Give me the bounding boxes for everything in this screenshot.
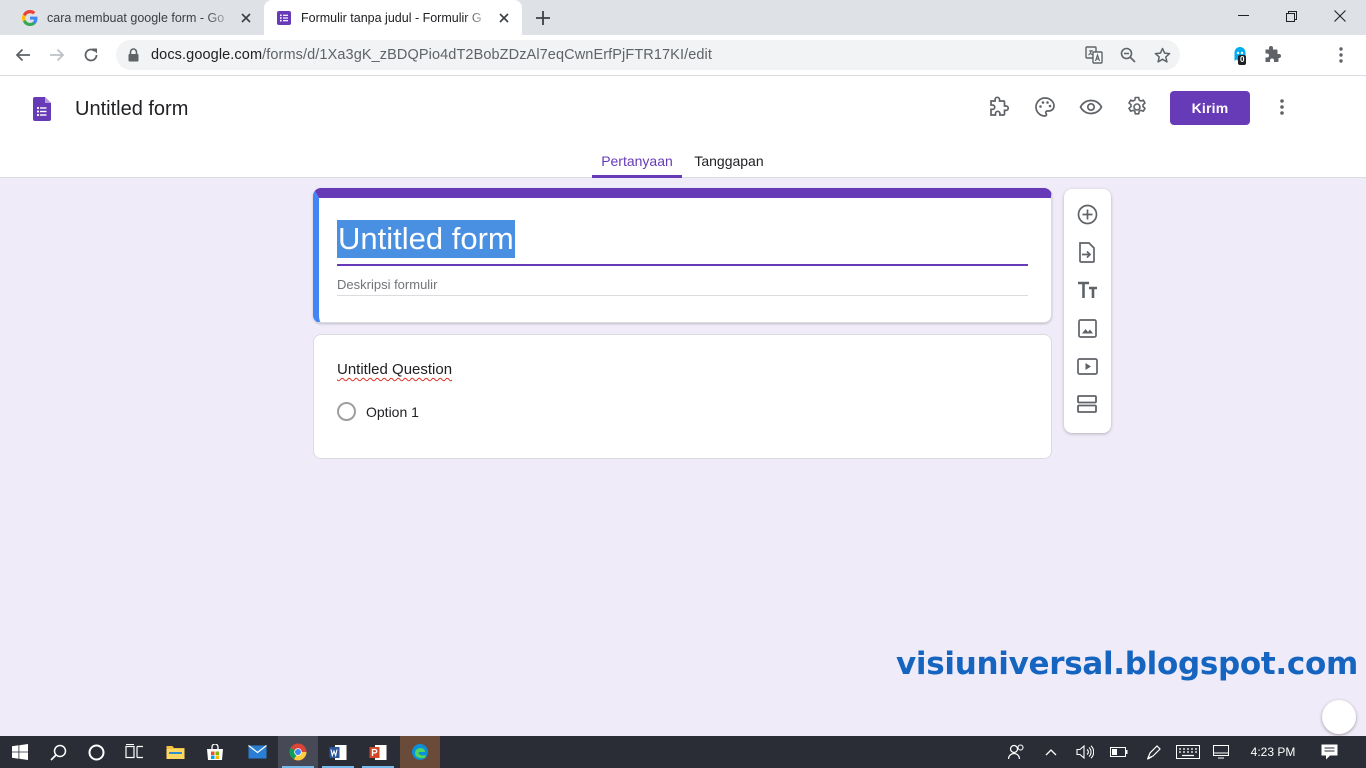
- lock-icon[interactable]: [128, 48, 139, 62]
- zoom-icon[interactable]: [1118, 45, 1138, 65]
- store-icon[interactable]: [195, 736, 235, 768]
- close-tab-icon[interactable]: [492, 6, 516, 30]
- google-g-icon: [22, 9, 38, 26]
- touch-keyboard-icon[interactable]: [1174, 736, 1202, 768]
- document-title[interactable]: Untitled form: [75, 98, 188, 121]
- back-button[interactable]: [9, 41, 37, 69]
- arrow-left-icon: [15, 48, 30, 62]
- plus-icon: [536, 11, 550, 25]
- chrome-icon[interactable]: [278, 736, 318, 768]
- google-forms-logo-icon[interactable]: [33, 97, 51, 121]
- form-title-input[interactable]: Untitled form: [337, 220, 515, 258]
- pen-workspace-icon[interactable]: [1143, 736, 1165, 768]
- powerpoint-icon[interactable]: [358, 736, 398, 768]
- url-text: docs.google.com/forms/d/1Xa3gK_zBDQPio4d…: [151, 47, 712, 63]
- forms-header: Untitled form Kirim Pertanyaan Tanggapan: [0, 76, 1366, 178]
- watermark-text: visiuniversal.blogspot.com: [896, 646, 1358, 682]
- url-path: /forms/d/1Xa3gK_zBDQPio4dT2BobZDzAl7eqCw…: [262, 47, 712, 63]
- restore-window-button[interactable]: [1268, 0, 1314, 32]
- google-forms-icon: [276, 10, 292, 26]
- search-icon[interactable]: [38, 736, 78, 768]
- file-explorer-icon[interactable]: [155, 736, 195, 768]
- bookmark-star-icon[interactable]: [1152, 45, 1172, 65]
- add-image-icon[interactable]: [1075, 316, 1099, 340]
- form-description-input[interactable]: Deskripsi formulir: [337, 277, 437, 292]
- form-tabs: Pertanyaan Tanggapan: [0, 146, 1366, 178]
- windows-taskbar: 4:23 PM: [0, 736, 1366, 768]
- title-underline: [337, 264, 1028, 266]
- browser-tab-google-forms[interactable]: Formulir tanpa judul - Formulir G: [264, 0, 522, 35]
- volume-icon[interactable]: [1074, 736, 1096, 768]
- extension-badge: 0: [1238, 55, 1247, 65]
- people-icon[interactable]: [1004, 736, 1028, 768]
- import-questions-icon[interactable]: [1075, 240, 1099, 264]
- radio-button[interactable]: [337, 402, 356, 421]
- tab-title: cara membuat google form - Go: [47, 10, 225, 25]
- minimize-window-button[interactable]: [1220, 0, 1266, 32]
- notification-center-icon[interactable]: [1316, 736, 1342, 768]
- arrow-right-icon: [50, 48, 65, 62]
- battery-icon[interactable]: [1108, 736, 1130, 768]
- question-card[interactable]: Untitled Question Option 1: [313, 334, 1052, 459]
- preview-eye-icon[interactable]: [1078, 94, 1104, 120]
- addon-puzzle-icon[interactable]: [986, 94, 1012, 120]
- word-icon[interactable]: [318, 736, 358, 768]
- option-label[interactable]: Option 1: [366, 404, 419, 420]
- add-title-text-icon[interactable]: [1075, 278, 1099, 302]
- browser-tab-google-search[interactable]: cara membuat google form - Go: [10, 0, 264, 35]
- task-view-icon[interactable]: [114, 736, 154, 768]
- extension-ghostery-icon[interactable]: 0: [1228, 43, 1252, 67]
- browser-toolbar: docs.google.com/forms/d/1Xa3gK_zBDQPio4d…: [0, 35, 1366, 76]
- browser-tab-strip: cara membuat google form - Go Formulir t…: [0, 0, 1366, 35]
- question-side-toolbar: [1064, 189, 1111, 433]
- question-title[interactable]: Untitled Question: [337, 361, 452, 378]
- extensions-puzzle-icon[interactable]: [1261, 43, 1285, 67]
- start-icon[interactable]: [0, 736, 40, 768]
- help-button[interactable]: [1322, 700, 1356, 734]
- display-icon[interactable]: [1210, 736, 1232, 768]
- browser-menu-icon[interactable]: [1329, 43, 1353, 67]
- add-question-icon[interactable]: [1075, 202, 1099, 226]
- description-underline: [337, 295, 1028, 296]
- settings-gear-icon[interactable]: [1124, 94, 1150, 120]
- reload-icon: [84, 48, 98, 62]
- edge-icon[interactable]: [400, 736, 440, 768]
- option-row[interactable]: Option 1: [337, 402, 419, 421]
- add-section-icon[interactable]: [1075, 392, 1099, 416]
- more-vert-icon[interactable]: [1269, 94, 1295, 120]
- add-video-icon[interactable]: [1075, 354, 1099, 378]
- palette-icon[interactable]: [1032, 94, 1058, 120]
- tab-title: Formulir tanpa judul - Formulir G: [301, 10, 482, 25]
- tab-questions[interactable]: Pertanyaan: [592, 146, 682, 178]
- forward-button[interactable]: [43, 41, 71, 69]
- mail-icon[interactable]: [237, 736, 277, 768]
- send-button[interactable]: Kirim: [1170, 91, 1250, 125]
- taskbar-clock[interactable]: 4:23 PM: [1240, 745, 1306, 759]
- form-title-card[interactable]: Untitled form Deskripsi formulir: [313, 188, 1052, 323]
- translate-icon[interactable]: [1084, 45, 1104, 65]
- tab-responses[interactable]: Tanggapan: [687, 146, 771, 178]
- new-tab-button[interactable]: [530, 5, 556, 31]
- url-host: docs.google.com: [151, 47, 263, 63]
- chevron-up-icon[interactable]: [1042, 736, 1060, 768]
- address-bar[interactable]: docs.google.com/forms/d/1Xa3gK_zBDQPio4d…: [116, 40, 1180, 70]
- cortana-icon[interactable]: [76, 736, 116, 768]
- reload-button[interactable]: [77, 41, 105, 69]
- close-window-button[interactable]: [1317, 0, 1363, 32]
- close-tab-icon[interactable]: [234, 6, 258, 30]
